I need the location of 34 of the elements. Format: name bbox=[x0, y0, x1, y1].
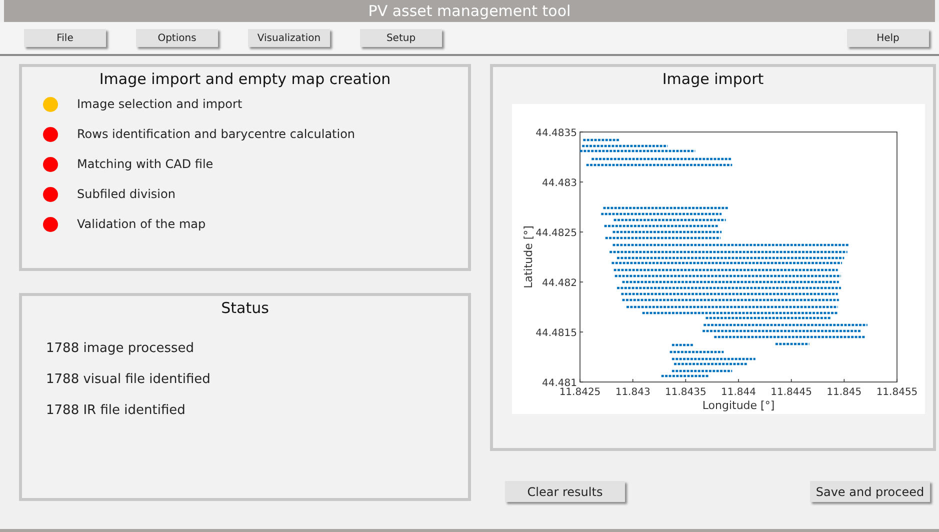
action-button[interactable]: Save and proceed bbox=[810, 481, 930, 502]
window-title: PV asset management tool bbox=[4, 0, 935, 22]
y-tick-label: 44.4835 bbox=[536, 128, 577, 139]
menu-button[interactable]: Options bbox=[136, 29, 218, 47]
step-label: Subfiled division bbox=[77, 187, 176, 201]
x-tick-label: 11.844 bbox=[721, 387, 756, 398]
menu-button[interactable]: Setup bbox=[360, 29, 442, 47]
y-axis-label: Latitude [°] bbox=[522, 226, 535, 288]
x-tick-label: 11.845 bbox=[826, 387, 862, 398]
status-line: 1788 visual file identified bbox=[45, 371, 212, 389]
y-tick-label: 44.4815 bbox=[536, 328, 577, 339]
step-label: Validation of the map bbox=[77, 217, 206, 231]
menu-button[interactable]: Visualization bbox=[248, 29, 330, 47]
x-axis-label: Longitude [°] bbox=[702, 399, 775, 412]
status-line: 1788 IR file identified bbox=[45, 402, 186, 420]
action-button[interactable]: Clear results bbox=[505, 481, 625, 502]
y-tick-label: 44.483 bbox=[542, 178, 577, 189]
panel-title: Image import bbox=[661, 69, 765, 88]
step-label: Matching with CAD file bbox=[77, 157, 214, 171]
x-tick-label: 11.8435 bbox=[664, 387, 706, 398]
y-tick-label: 44.481 bbox=[542, 378, 577, 389]
y-tick-label: 44.482 bbox=[542, 278, 577, 289]
x-tick-label: 11.8425 bbox=[559, 387, 601, 398]
panel-title: Status bbox=[220, 298, 270, 317]
menu-button[interactable]: Help bbox=[847, 29, 929, 47]
y-tick-label: 44.4825 bbox=[536, 228, 577, 239]
x-tick-label: 11.8455 bbox=[876, 387, 918, 398]
x-tick-label: 11.843 bbox=[615, 387, 650, 398]
step-label: Rows identification and barycentre calculation bbox=[77, 127, 356, 141]
status-line: 1788 image processed bbox=[45, 340, 196, 358]
x-tick-label: 11.8445 bbox=[770, 387, 812, 398]
panel-title: Image import and empty map creation bbox=[98, 69, 392, 88]
menu-button[interactable]: File bbox=[24, 29, 106, 47]
step-label: Image selection and import bbox=[77, 97, 242, 111]
